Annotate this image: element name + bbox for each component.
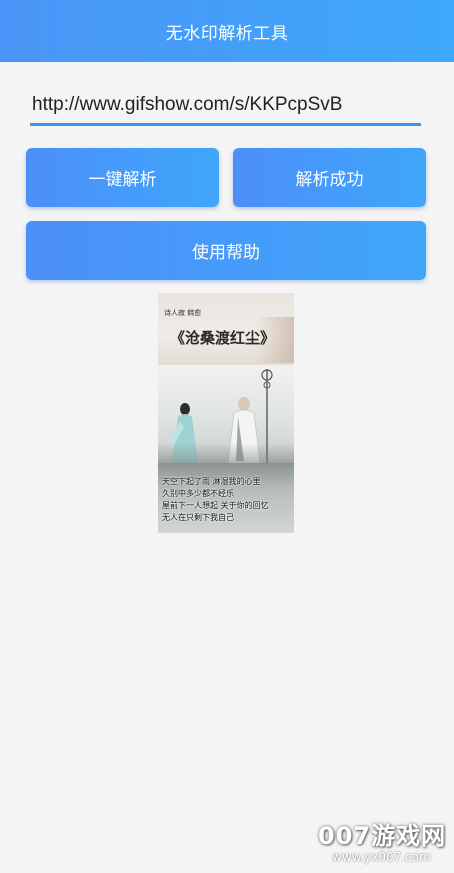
parse-button[interactable]: 一键解析 [26, 148, 219, 207]
url-field-container [30, 88, 421, 126]
url-input[interactable] [30, 88, 421, 122]
preview-lyrics: 天空下起了雨 淋湿我的心里 久别中多少都不经乐 屋前下一人想起 关于你的回忆 无… [162, 476, 269, 524]
watermark-logo: 007游戏网 [318, 822, 447, 850]
lyric-line: 天空下起了雨 淋湿我的心里 [162, 477, 261, 486]
page-title: 无水印解析工具 [165, 23, 289, 44]
lyric-line: 无人在只剩下我自己 [162, 513, 234, 522]
title-bar: 无水印解析工具 [0, 0, 454, 62]
app-screen: 无水印解析工具 一键解析 解析成功 使用帮助 诗人寂 韩愈 《沧桑渡红尘》 [0, 0, 454, 873]
parse-status-button[interactable]: 解析成功 [233, 148, 426, 207]
parse-button-label: 一键解析 [88, 170, 157, 190]
preview-mist [158, 443, 294, 465]
watermark-url: www.yx007.com [332, 850, 431, 864]
lyric-line: 久别中多少都不经乐 [162, 489, 234, 498]
lyric-line: 屋前下一人想起 关于你的回忆 [162, 501, 269, 510]
help-button-label: 使用帮助 [192, 243, 260, 263]
parse-status-label: 解析成功 [295, 170, 364, 190]
help-button[interactable]: 使用帮助 [26, 221, 426, 280]
video-preview-image[interactable]: 诗人寂 韩愈 《沧桑渡红尘》 天空下起了雨 淋湿我的心里 久别中多少都不经乐 屋… [158, 293, 294, 533]
